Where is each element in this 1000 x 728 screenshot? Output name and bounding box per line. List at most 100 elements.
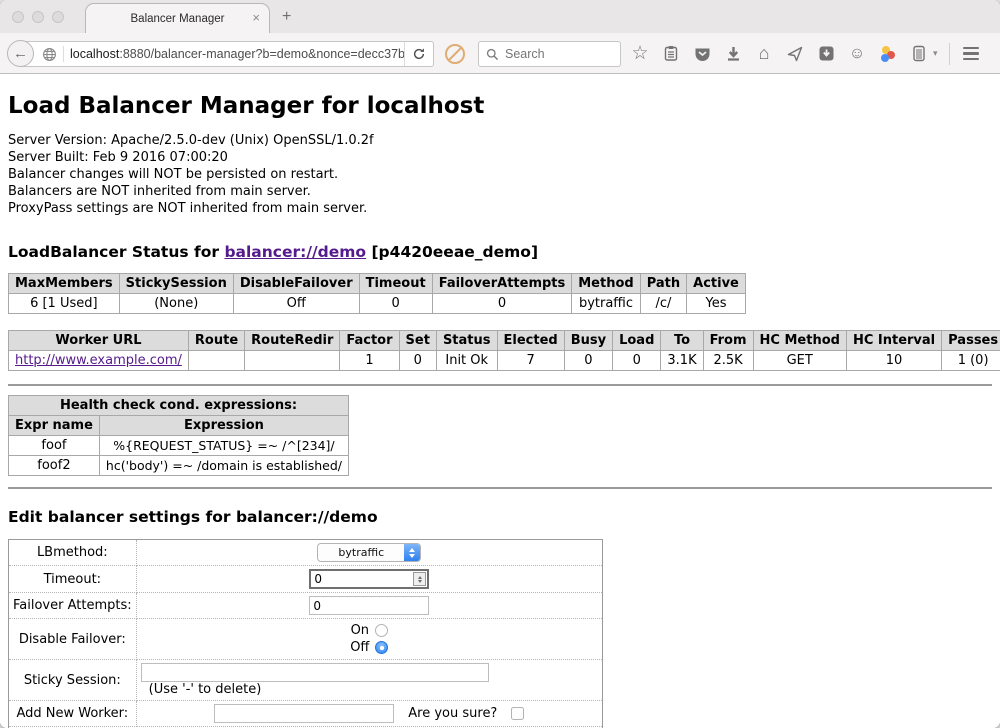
save-to-device-icon[interactable] — [816, 44, 836, 64]
tab-strip: Balancer Manager × + — [0, 0, 1000, 33]
health-table-header-row: Expr name Expression — [9, 416, 349, 436]
status-heading-suffix: [p4420eeae_demo] — [366, 243, 538, 261]
disable-failover-off-radio[interactable] — [375, 641, 388, 654]
add-worker-row: Add New Worker: Are you sure? — [9, 701, 603, 727]
select-stepper-icon — [404, 544, 420, 561]
url-host: localhost — [70, 47, 119, 61]
cell-route — [188, 351, 244, 371]
server-built-line: Server Built: Feb 9 2016 07:00:20 — [8, 149, 992, 166]
reading-list-icon[interactable] — [661, 44, 681, 64]
add-worker-input[interactable] — [214, 704, 394, 723]
col-route: Route — [188, 331, 244, 351]
reload-button[interactable] — [404, 42, 433, 66]
number-spinner-icon[interactable] — [413, 572, 426, 586]
col-timeout: Timeout — [359, 274, 432, 294]
worker-table-data-row: http://www.example.com/ 1 0 Init Ok 7 0 … — [9, 351, 1000, 371]
col-from: From — [703, 331, 753, 351]
cell-from: 2.5K — [703, 351, 753, 371]
pocket-icon[interactable] — [692, 44, 712, 64]
cell-method: bytraffic — [572, 294, 640, 314]
cell-expression-foof2: hc('body') =~ /domain is established/ — [99, 456, 348, 476]
minimize-window-button[interactable] — [32, 11, 44, 23]
bookmark-star-icon[interactable]: ☆ — [630, 44, 650, 64]
worker-url-link[interactable]: http://www.example.com/ — [15, 353, 182, 368]
col-elected: Elected — [497, 331, 564, 351]
cell-expr-name-foof2: foof2 — [9, 456, 100, 476]
lbmethod-select[interactable]: bytraffic — [317, 543, 421, 562]
balancer-table-data-row: 6 [1 Used] (None) Off 0 0 bytraffic /c/ … — [9, 294, 746, 314]
are-you-sure-label: Are you sure? — [408, 706, 497, 721]
balancer-demo-link[interactable]: balancer://demo — [224, 243, 366, 261]
timeout-input[interactable] — [309, 569, 429, 589]
downloads-icon[interactable] — [723, 44, 743, 64]
lbmethod-label: LBmethod: — [9, 540, 137, 566]
close-window-button[interactable] — [12, 11, 24, 23]
col-maxmembers: MaxMembers — [9, 274, 120, 294]
search-bar[interactable] — [478, 41, 621, 67]
cell-stickysession: (None) — [119, 294, 233, 314]
cell-set: 0 — [399, 351, 436, 371]
addon-colored-dots-icon[interactable] — [878, 44, 898, 64]
menu-hamburger-icon[interactable] — [961, 44, 981, 64]
health-table-row: foof2 hc('body') =~ /domain is establish… — [9, 456, 349, 476]
url-text[interactable]: localhost:8880/balancer-manager?b=demo&n… — [70, 47, 404, 61]
cell-load: 0 — [613, 351, 661, 371]
page-content: Load Balancer Manager for localhost Serv… — [0, 74, 1000, 728]
cell-active: Yes — [687, 294, 746, 314]
failover-attempts-input[interactable] — [309, 596, 429, 615]
cell-expression-foof: %{REQUEST_STATUS} =~ /^[234]/ — [99, 436, 348, 456]
chevron-down-icon[interactable]: ▾ — [933, 48, 938, 59]
divider — [8, 384, 992, 386]
cell-to: 3.1K — [661, 351, 703, 371]
col-status: Status — [436, 331, 497, 351]
col-hc-method: HC Method — [753, 331, 846, 351]
url-divider — [63, 46, 64, 62]
edit-balancer-heading: Edit balancer settings for balancer://de… — [8, 508, 992, 526]
col-expr-name: Expr name — [9, 416, 100, 436]
balancer-table-header-row: MaxMembers StickySession DisableFailover… — [9, 274, 746, 294]
url-bar[interactable]: localhost:8880/balancer-manager?b=demo&n… — [21, 41, 434, 67]
chat-smiley-icon[interactable]: ☺ — [847, 44, 867, 64]
sticky-session-input[interactable] — [141, 663, 489, 682]
pages-grid-icon[interactable] — [992, 44, 1000, 64]
col-stickysession: StickySession — [119, 274, 233, 294]
page-title: Load Balancer Manager for localhost — [8, 74, 992, 119]
cell-hc-method: GET — [753, 351, 846, 371]
cell-timeout: 0 — [359, 294, 432, 314]
site-identity-globe-icon[interactable] — [42, 47, 57, 62]
col-hc-interval: HC Interval — [846, 331, 941, 351]
cell-elected: 7 — [497, 351, 564, 371]
cell-expr-name-foof: foof — [9, 436, 100, 456]
cell-failoverattempts: 0 — [432, 294, 572, 314]
tab-close-icon[interactable]: × — [252, 11, 260, 25]
send-plane-icon[interactable] — [785, 44, 805, 64]
col-set: Set — [399, 331, 436, 351]
zoom-window-button[interactable] — [52, 11, 64, 23]
container-tabs-icon[interactable] — [909, 44, 929, 64]
tab-title: Balancer Manager — [131, 13, 225, 25]
content-blocked-icon[interactable] — [445, 44, 465, 64]
new-tab-button[interactable]: + — [282, 8, 291, 26]
server-info: Server Version: Apache/2.5.0-dev (Unix) … — [8, 132, 992, 217]
disable-failover-row: Disable Failover: On Off — [9, 619, 603, 660]
persist-notice-line: Balancer changes will NOT be persisted o… — [8, 166, 992, 183]
balancer-status-table: MaxMembers StickySession DisableFailover… — [8, 273, 746, 314]
cell-disablefailover: Off — [233, 294, 359, 314]
sticky-session-label: Sticky Session: — [9, 660, 137, 701]
toolbar-separator — [949, 43, 950, 65]
back-button[interactable]: ← — [7, 40, 34, 67]
navigation-toolbar: ← localhost:8880/balancer-manager?b=demo… — [0, 33, 1000, 74]
are-you-sure-checkbox[interactable] — [511, 707, 524, 720]
col-routeredir: RouteRedir — [245, 331, 340, 351]
disable-failover-on-radio[interactable] — [375, 624, 388, 637]
col-passes: Passes — [942, 331, 1000, 351]
failover-attempts-row: Failover Attempts: — [9, 593, 603, 619]
disable-failover-label: Disable Failover: — [9, 619, 137, 660]
sticky-session-row: Sticky Session: (Use '-' to delete) — [9, 660, 603, 701]
divider — [8, 487, 992, 489]
search-input[interactable] — [505, 47, 613, 61]
tab-balancer-manager[interactable]: Balancer Manager × — [85, 3, 270, 33]
col-load: Load — [613, 331, 661, 351]
home-icon[interactable]: ⌂ — [754, 44, 774, 64]
timeout-label: Timeout: — [9, 566, 137, 593]
